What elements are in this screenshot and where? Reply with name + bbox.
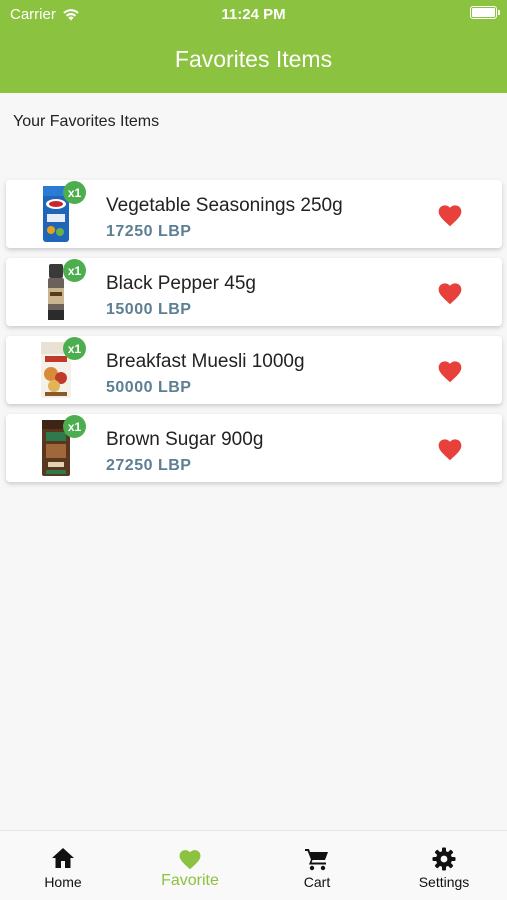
quantity-badge: x1 (63, 181, 86, 204)
bottom-tab-bar: Home Favorite Cart Settings (0, 830, 507, 900)
item-name: Brown Sugar 900g (106, 429, 264, 450)
item-name: Breakfast Muesli 1000g (106, 351, 305, 372)
item-price: 27250 LBP (106, 457, 192, 474)
quantity-badge: x1 (63, 337, 86, 360)
item-price: 17250 LBP (106, 223, 192, 240)
app-header: Carrier 11:24 PM Favorites Items (0, 0, 507, 93)
quantity-badge: x1 (63, 415, 86, 438)
favorites-list: x1 Vegetable Seasonings 250g 17250 LBP x… (6, 180, 502, 492)
favorite-item-card[interactable]: x1 Brown Sugar 900g 27250 LBP (6, 414, 502, 482)
battery-icon (470, 6, 500, 19)
status-time: 11:24 PM (221, 6, 286, 23)
favorite-item-card[interactable]: x1 Vegetable Seasonings 250g 17250 LBP (6, 180, 502, 248)
tab-settings[interactable]: Settings (381, 831, 507, 900)
tab-favorite[interactable]: Favorite (127, 831, 253, 900)
gear-icon (432, 847, 456, 871)
cart-icon (305, 849, 328, 871)
heart-icon[interactable] (436, 436, 464, 461)
status-bar: Carrier 11:24 PM (0, 0, 507, 28)
item-price: 15000 LBP (106, 301, 192, 318)
tab-cart-label: Cart (303, 874, 331, 890)
item-name: Vegetable Seasonings 250g (106, 195, 343, 216)
item-name: Black Pepper 45g (106, 273, 256, 294)
favorite-item-card[interactable]: x1 Breakfast Muesli 1000g 50000 LBP (6, 336, 502, 404)
heart-icon[interactable] (436, 202, 464, 227)
heart-icon (179, 850, 201, 870)
tab-favorite-label: Favorite (161, 872, 219, 889)
tab-home-label: Home (44, 874, 82, 890)
tab-settings-label: Settings (418, 874, 470, 890)
tab-home[interactable]: Home (0, 831, 126, 900)
favorite-item-card[interactable]: x1 Black Pepper 45g 15000 LBP (6, 258, 502, 326)
page-title: Favorites Items (174, 46, 333, 72)
tab-cart[interactable]: Cart (254, 831, 380, 900)
section-subtitle: Your Favorites Items (13, 113, 160, 130)
heart-icon[interactable] (436, 280, 464, 305)
home-icon (52, 848, 74, 868)
quantity-badge: x1 (63, 259, 86, 282)
item-price: 50000 LBP (106, 379, 192, 396)
heart-icon[interactable] (436, 358, 464, 383)
